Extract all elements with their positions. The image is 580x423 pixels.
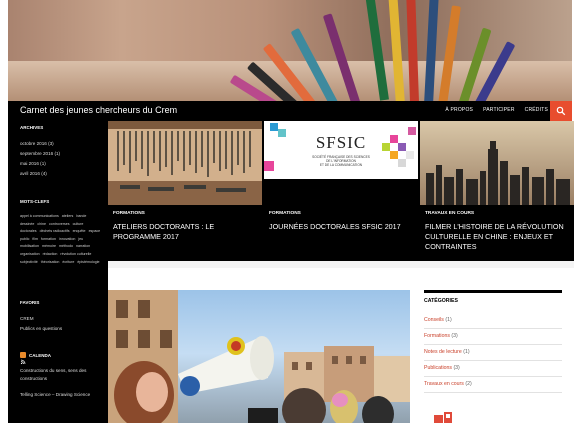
tag-link[interactable]: doctorales — [20, 229, 37, 233]
post-title[interactable]: Filmer l'histoire de la révolution cultu… — [425, 222, 573, 251]
categories-widget: CATÉGORIES Conseils (1) Formations (3) N… — [424, 290, 562, 393]
tag-link[interactable]: subjectivité — [20, 260, 38, 264]
demonstration-photo[interactable] — [108, 290, 410, 423]
tag-link[interactable]: méthodo — [59, 244, 73, 248]
category-item: Notes de lecture (1) — [424, 345, 562, 361]
category-item: Conseils (1) — [424, 313, 562, 329]
sfsic-logo-thumbnail[interactable]: SFSIC SOCIÉTÉ FRANÇAISE DES SCIENCES DE … — [264, 121, 418, 205]
tag-link[interactable]: théorisation — [41, 260, 60, 264]
category-count: (1) — [463, 349, 470, 355]
header-banner-image — [8, 0, 572, 101]
archive-link[interactable]: mai 2016 (1) — [20, 159, 46, 169]
widget-top-rule — [424, 290, 562, 293]
category-item: Travaux en cours (2) — [424, 377, 562, 393]
tag-link[interactable]: organisation — [20, 252, 40, 256]
search-button[interactable] — [550, 101, 572, 121]
tag-link[interactable]: révolution culturelle — [60, 252, 91, 256]
category-count: (2) — [465, 381, 472, 387]
nav-item-participer[interactable]: PARTICIPER — [483, 107, 515, 113]
tag-link[interactable]: appel à communications — [20, 214, 59, 218]
nav-item-credits[interactable]: CRÉDITS — [525, 107, 548, 113]
categories-heading: CATÉGORIES — [424, 298, 458, 304]
calenda-heading: CALENDA — [29, 353, 51, 358]
tag-link[interactable]: mémoire — [42, 244, 56, 248]
category-link-formations[interactable]: Formations — [424, 333, 450, 339]
favoris-link-crem[interactable]: CREM — [20, 314, 34, 324]
category-item: Publications (3) — [424, 361, 562, 377]
favoris-link-publics[interactable]: Publics en questions — [20, 324, 62, 334]
archive-link[interactable]: avril 2016 (4) — [20, 169, 47, 179]
featured-posts-grid: FORMATIONS Ateliers doctorants : le prog… — [108, 121, 574, 261]
tag-link[interactable]: narration — [76, 244, 90, 248]
post-title[interactable]: Journées doctorales SFSIC 2017 — [269, 222, 417, 232]
featured-card[interactable]: FORMATIONS Ateliers doctorants : le prog… — [108, 121, 262, 261]
tag-link[interactable]: culture — [73, 222, 84, 226]
tag-cloud: appel à communications ateliers bande de… — [20, 213, 102, 266]
category-link-travaux-en-cours[interactable]: Travaux en cours — [424, 381, 464, 387]
tags-heading: MOTS-CLEFS — [20, 199, 50, 204]
sfsic-logo-text: SFSIC — [315, 133, 367, 152]
main-content: CATÉGORIES Conseils (1) Formations (3) N… — [108, 261, 574, 423]
primary-menu: À PROPOS PARTICIPER CRÉDITS — [445, 107, 548, 113]
category-count: (3) — [453, 365, 460, 371]
post-title[interactable]: Ateliers doctorants : le programme 2017 — [113, 222, 261, 242]
post-category[interactable]: TRAVAUX EN COURS — [425, 211, 474, 216]
search-icon — [556, 106, 566, 116]
right-page-edge — [574, 121, 580, 423]
tag-link[interactable]: film — [32, 237, 38, 241]
tag-link[interactable]: écriture — [62, 260, 74, 264]
archive-link[interactable]: octobre 2016 (3) — [20, 139, 54, 149]
tag-link[interactable]: rédaction — [43, 252, 58, 256]
category-item: Formations (3) — [424, 329, 562, 345]
tag-link[interactable]: chine — [37, 222, 46, 226]
sfsic-subtitle-line: ET DE LA COMMUNICATION — [319, 163, 363, 168]
category-count: (1) — [445, 317, 452, 323]
calenda-link[interactable]: Constructions du sens, sens des construc… — [20, 367, 102, 383]
post-category[interactable]: FORMATIONS — [269, 211, 301, 216]
tag-link[interactable]: enquête — [73, 229, 86, 233]
category-count: (3) — [451, 333, 458, 339]
tag-link[interactable]: déchets radioactifs — [40, 229, 70, 233]
tag-link[interactable]: controverses — [49, 222, 70, 226]
post-category[interactable]: FORMATIONS — [113, 211, 145, 216]
category-link-conseils[interactable]: Conseils — [424, 317, 444, 323]
tag-link[interactable]: ateliers — [62, 214, 74, 218]
favoris-heading: FAVORIS — [20, 300, 40, 305]
sfsic-logo-subtitle: SOCIÉTÉ FRANÇAISE DES SCIENCES DE L'INFO… — [264, 155, 418, 168]
tag-link[interactable]: formation — [41, 237, 56, 241]
tag-link[interactable]: épistémologie — [77, 260, 99, 264]
nav-item-a-propos[interactable]: À PROPOS — [445, 107, 473, 113]
content-top-strip — [108, 261, 574, 268]
featured-card[interactable]: TRAVAUX EN COURS Filmer l'histoire de la… — [420, 121, 574, 261]
city-skyline-thumbnail[interactable] — [420, 121, 574, 205]
category-link-notes-de-lecture[interactable]: Notes de lecture — [424, 349, 462, 355]
category-link-publications[interactable]: Publications — [424, 365, 452, 371]
top-navigation-bar: Carnet des jeunes chercheurs du Crem À P… — [8, 101, 572, 121]
page: { "site": {"title": "Carnet des jeunes c… — [0, 0, 580, 423]
tag-link[interactable]: mobilisation — [20, 244, 39, 248]
featured-card[interactable]: SFSIC SOCIÉTÉ FRANÇAISE DES SCIENCES DE … — [264, 121, 418, 261]
tag-link[interactable]: innovation — [59, 237, 75, 241]
left-sidebar: ARCHIVES octobre 2016 (3) septembre 2016… — [8, 121, 108, 423]
tag-link[interactable]: jeu — [78, 237, 83, 241]
archives-heading: ARCHIVES — [20, 125, 44, 130]
workshop-tools-thumbnail[interactable] — [108, 121, 262, 205]
calenda-link[interactable]: Telling Science – Drawing Science — [20, 391, 102, 399]
site-title[interactable]: Carnet des jeunes chercheurs du Crem — [20, 105, 177, 115]
archive-link[interactable]: septembre 2016 (1) — [20, 149, 60, 159]
crem-logo-icon — [434, 412, 452, 423]
rss-icon — [20, 352, 26, 365]
